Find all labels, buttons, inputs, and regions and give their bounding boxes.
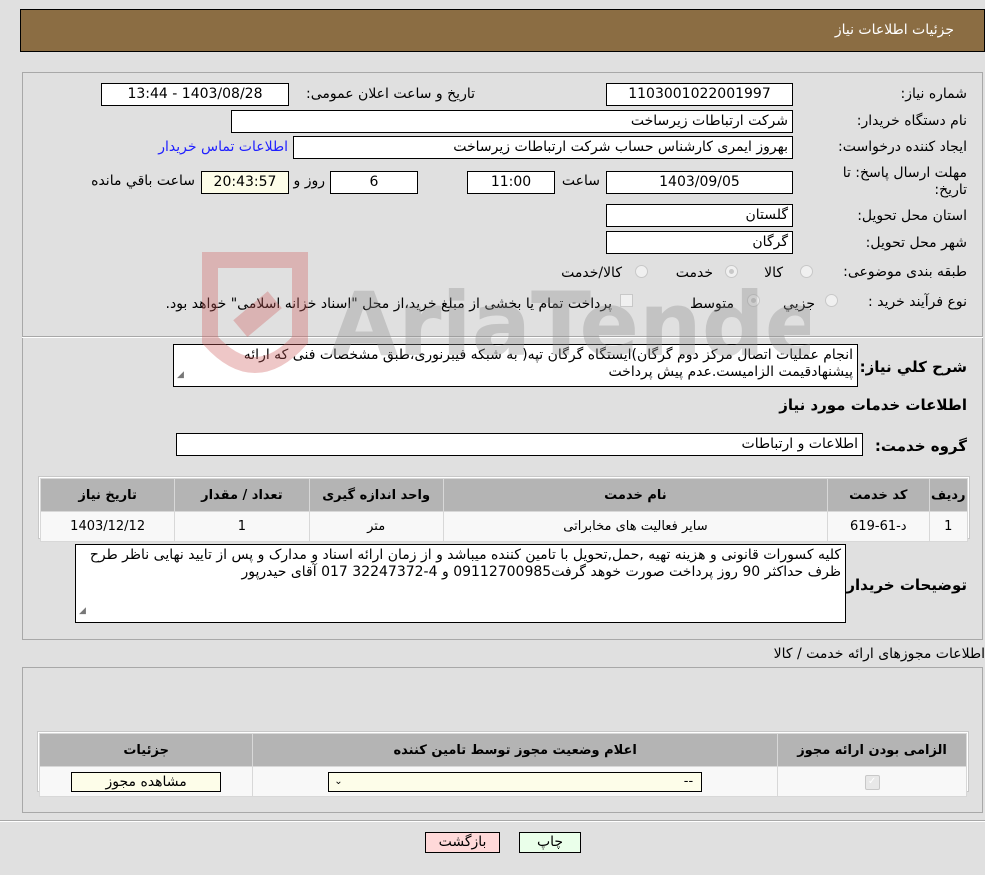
purchase-type-label: نوع فرآیند خرید : [868,294,967,310]
services-table: ردیف کد خدمت نام خدمت واحد اندازه گیری ت… [39,478,969,542]
need-number-field: 1103001022001997 [606,83,793,106]
buyer-notes-label: توضیحات خریدار: [840,576,967,594]
header-service-name: نام خدمت [442,478,829,512]
days-remaining-field: 6 [330,171,418,194]
requester-field: بهروز ایمری کارشناس حساب شرکت ارتباطات ز… [293,136,793,159]
header-service-code: کد خدمت [827,478,930,512]
announce-datetime-label: تاریخ و ساعت اعلان عمومی: [306,86,475,102]
treasury-note: پرداخت تمام یا بخشی از مبلغ خرید،از محل … [165,296,612,312]
resize-grip-icon[interactable]: ◢ [79,603,86,620]
services-table-header: ردیف کد خدمت نام خدمت واحد اندازه گیری ت… [39,478,969,512]
cell-license-required: ✓ [777,766,967,797]
header-license-status: اعلام وضعیت مجوز توسط تامین کننده [252,733,779,767]
cell-unit: متر [308,511,444,542]
city-label: شهر محل تحویل: [865,235,967,251]
services-section-title: اطلاعات خدمات مورد نیاز [779,396,967,414]
header-quantity: تعداد / مقدار [174,478,310,512]
cell-row-num: 1 [928,511,969,542]
description-label: شرح کلي نياز: [859,358,967,376]
page-header: جزئیات اطلاعات نیاز [20,9,985,52]
back-button[interactable]: بازگشت [425,832,500,853]
requester-label: ایجاد کننده درخواست: [838,139,967,155]
days-label: روز و [293,173,326,189]
divider [22,336,983,338]
service-group-label: گروه خدمت: [874,437,967,455]
category-radio-service[interactable] [725,265,738,278]
header-license-details: جزئیات [38,733,254,767]
cell-need-date: 1403/12/12 [39,511,176,542]
category-option-goods: کالا [764,265,783,281]
announce-datetime-field: 1403/08/28 - 13:44 [101,83,289,106]
category-option-service: خدمت [675,265,713,281]
purchase-radio-medium[interactable] [747,294,760,307]
province-field: گلستان [606,204,793,227]
description-text: انجام عملیات اتصال مرکز دوم گرگان)ایستگا… [243,347,853,380]
license-status-select[interactable]: -- ⌄ [328,771,703,792]
header-unit: واحد اندازه گیری [308,478,444,512]
category-radio-goods[interactable] [800,265,813,278]
deadline-date-field: 1403/09/05 [606,171,793,194]
city-field: گرگان [606,231,793,254]
deadline-time-field: 11:00 [467,171,555,194]
chevron-down-icon: ⌄ [334,775,343,787]
purchase-option-medium: متوسط [690,296,734,312]
view-license-button[interactable]: مشاهده مجوز [71,771,222,792]
cell-service-name: سایر فعالیت های مخابراتی [442,511,829,542]
page-title: جزئیات اطلاعات نیاز [834,22,954,38]
header-license-required: الزامی بودن ارائه مجوز [777,733,967,767]
description-textarea[interactable]: انجام عملیات اتصال مرکز دوم گرگان)ایستگا… [173,344,858,387]
cell-service-code: د-61-619 [827,511,930,542]
table-row: ✓ -- ⌄ مشاهده مجوز [38,766,967,797]
license-status-value: -- [683,773,694,789]
license-required-checkbox: ✓ [864,775,880,790]
cell-license-status: -- ⌄ [252,766,779,797]
buyer-notes-textarea[interactable]: کلیه کسورات قانونی و هزینه تهیه ,حمل,تحو… [75,544,846,623]
time-remaining-field: 20:43:57 [201,171,289,194]
time-remaining-label: ساعت باقي مانده [91,173,195,189]
header-need-date: تاریخ نیاز [39,478,176,512]
buyer-contact-link[interactable]: اطلاعات تماس خریدار [158,139,288,155]
purchase-option-minor: جزيي [783,296,815,312]
category-option-goods-service: کالا/خدمت [561,265,622,281]
licenses-table-header: الزامی بودن ارائه مجوز اعلام وضعیت مجوز … [38,733,967,767]
purchase-radio-minor[interactable] [825,294,838,307]
buyer-org-label: نام دستگاه خریدار: [856,113,967,129]
service-group-field: اطلاعات و ارتباطات [176,433,863,456]
print-button[interactable]: چاپ [519,832,581,853]
buyer-notes-text: کلیه کسورات قانونی و هزینه تهیه ,حمل,تحو… [89,547,841,580]
table-row: 1 د-61-619 سایر فعالیت های مخابراتی متر … [39,511,969,542]
province-label: استان محل تحویل: [857,208,967,224]
category-radio-goods-service[interactable] [635,265,648,278]
deadline-time-label: ساعت [561,173,600,189]
buyer-org-field: شرکت ارتباطات زیرساخت [231,110,793,133]
licenses-section-title: اطلاعات مجوزهای ارائه خدمت / کالا [773,646,985,662]
header-row-num: ردیف [928,478,969,512]
cell-quantity: 1 [174,511,310,542]
resize-grip-icon[interactable]: ◢ [177,367,184,384]
category-label: طبقه بندی موضوعی: [843,264,967,280]
divider [0,820,985,822]
licenses-table: الزامی بودن ارائه مجوز اعلام وضعیت مجوز … [38,733,967,797]
treasury-checkbox[interactable] [620,294,633,307]
cell-license-details: مشاهده مجوز [38,766,254,797]
need-number-label: شماره نیاز: [900,86,968,102]
deadline-label: مهلت ارسال پاسخ: تا تاریخ: [842,165,967,198]
